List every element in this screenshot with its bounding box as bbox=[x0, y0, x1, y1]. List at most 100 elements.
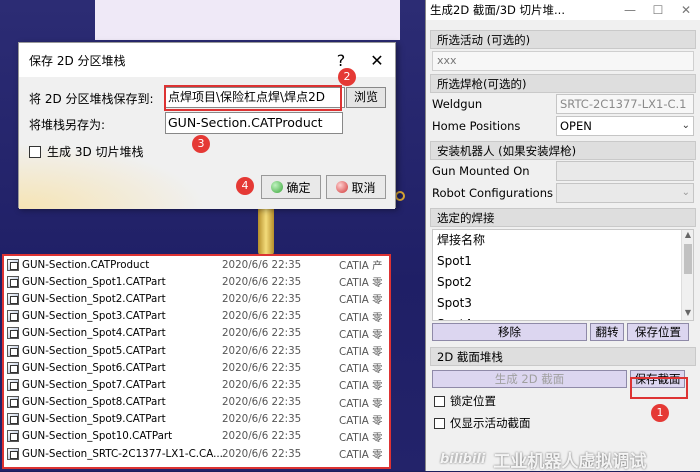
weldgun-label: Weldgun bbox=[432, 97, 483, 111]
robot-group-title: 安装机器人 (如果安装焊枪) bbox=[430, 141, 696, 160]
catia-file-icon bbox=[7, 430, 19, 443]
weldgun-row: Weldgun SRTC-2C1377-LX1-C.1 bbox=[430, 93, 696, 115]
weldgun-field[interactable]: SRTC-2C1377-LX1-C.1 bbox=[556, 94, 694, 114]
file-name: GUN-Section_SRTC-2C1377-LX1-C.CA... bbox=[22, 447, 222, 460]
file-name: GUN-Section_Spot8.CATPart bbox=[22, 396, 166, 409]
generate-3d-label: 生成 3D 切片堆栈 bbox=[47, 145, 144, 159]
section-stack-panel: 生成2D 截面/3D 切片堆... — ☐ ✕ 所选活动 (可选的) xxx 所… bbox=[425, 0, 700, 471]
save-as-field[interactable]: GUN-Section.CATProduct bbox=[165, 112, 343, 134]
step-badge-4: 4 bbox=[236, 177, 254, 195]
file-row[interactable]: GUN-Section_Spot2.CATPart 2020/6/6 22:35 C… bbox=[4, 290, 389, 307]
saved-file-list: GUN-Section.CATProduct 2020/6/6 22:35 CATI… bbox=[2, 254, 391, 469]
save-stack-dialog: 保存 2D 分区堆栈 ? ✕ 将 2D 分区堆栈保存到: 点焊项目\保险杠点焊\… bbox=[18, 42, 396, 209]
gun-group: 所选焊枪(可选的) Weldgun SRTC-2C1377-LX1-C.1 Ho… bbox=[430, 74, 696, 137]
maximize-icon[interactable]: ☐ bbox=[644, 3, 672, 17]
file-row[interactable]: GUN-Section_Spot6.CATPart 2020/6/6 22:35 C… bbox=[4, 359, 389, 376]
chevron-down-icon: ⌄ bbox=[681, 187, 690, 198]
cancel-button[interactable]: 取消 bbox=[326, 175, 386, 199]
watermark: bilibili 工业机器人虚拟调试 bbox=[440, 448, 698, 472]
catia-file-icon bbox=[7, 447, 19, 460]
file-date: 2020/6/6 22:35 bbox=[222, 258, 302, 271]
save-position-button[interactable]: 保存位置 bbox=[627, 323, 689, 341]
ok-button[interactable]: 确定 bbox=[261, 175, 321, 199]
catia-file-icon bbox=[7, 258, 19, 271]
weld-list-item[interactable]: Spot3 bbox=[433, 293, 693, 314]
activity-field[interactable]: xxx bbox=[432, 51, 694, 71]
file-name: GUN-Section_Spot2.CATPart bbox=[22, 292, 166, 305]
welds-buttons: 移除 翻转 保存位置 bbox=[432, 323, 694, 341]
file-row[interactable]: GUN-Section_Spot5.CATPart 2020/6/6 22:35 C… bbox=[4, 342, 389, 359]
generate-2d-button: 生成 2D 截面 bbox=[432, 370, 627, 388]
home-positions-value: OPEN bbox=[560, 119, 592, 133]
save-as-label: 将堆栈另存为: bbox=[29, 118, 106, 132]
catia-file-icon bbox=[7, 378, 19, 391]
catia-file-icon bbox=[7, 344, 19, 357]
gun-group-title: 所选焊枪(可选的) bbox=[430, 74, 696, 93]
weld-list-item[interactable]: Spot4 bbox=[433, 314, 693, 320]
file-type: CATIA 零 bbox=[339, 311, 383, 324]
close-icon[interactable]: ✕ bbox=[672, 3, 700, 17]
file-row[interactable]: GUN-Section_SRTC-2C1377-LX1-C.CA... 2020/… bbox=[4, 445, 389, 462]
flip-button[interactable]: 翻转 bbox=[590, 323, 624, 341]
file-type: CATIA 零 bbox=[339, 397, 383, 410]
lock-position-label: 锁定位置 bbox=[450, 394, 496, 408]
home-positions-select[interactable]: OPEN ⌄ bbox=[556, 116, 694, 136]
scroll-thumb[interactable] bbox=[684, 244, 692, 274]
file-name: GUN-Section.CATProduct bbox=[22, 258, 150, 271]
stack-group-title: 2D 截面堆栈 bbox=[430, 347, 696, 366]
watermark-text: 工业机器人虚拟调试 bbox=[493, 451, 647, 472]
welds-group-title: 选定的焊接 bbox=[430, 208, 696, 227]
file-row[interactable]: GUN-Section_Spot1.CATPart 2020/6/6 22:35 C… bbox=[4, 273, 389, 290]
file-date: 2020/6/6 22:35 bbox=[222, 292, 302, 305]
file-type: CATIA 零 bbox=[339, 363, 383, 376]
step-badge-1: 1 bbox=[651, 404, 669, 422]
file-date: 2020/6/6 22:35 bbox=[222, 344, 302, 357]
file-row[interactable]: GUN-Section.CATProduct 2020/6/6 22:35 CATI… bbox=[4, 256, 389, 273]
scroll-down-icon[interactable]: ▼ bbox=[682, 308, 693, 320]
file-name: GUN-Section_Spot9.CATPart bbox=[22, 413, 166, 426]
welds-scrollbar[interactable]: ▲ ▼ bbox=[681, 230, 693, 320]
chevron-down-icon: ⌄ bbox=[681, 120, 690, 131]
stack-buttons: 生成 2D 截面 保存截面 bbox=[432, 370, 694, 388]
save-to-path-field[interactable]: 点焊项目\保险杠点焊\焊点2D bbox=[165, 87, 345, 108]
welds-list[interactable]: 焊接名称 Spot1Spot2Spot3Spot4 ▲ ▼ bbox=[432, 229, 694, 321]
panel-titlebar: 生成2D 截面/3D 切片堆... — ☐ ✕ bbox=[426, 0, 700, 20]
catia-file-icon bbox=[7, 396, 19, 409]
file-type: CATIA 零 bbox=[339, 449, 383, 462]
home-positions-row: Home Positions OPEN ⌄ bbox=[430, 115, 696, 137]
file-date: 2020/6/6 22:35 bbox=[222, 310, 302, 323]
generate-3d-checkbox[interactable] bbox=[29, 145, 41, 158]
robot-config-label: Robot Configurations bbox=[432, 186, 553, 200]
catia-file-icon bbox=[7, 361, 19, 374]
gun-mounted-field bbox=[556, 161, 694, 181]
file-date: 2020/6/6 22:35 bbox=[222, 378, 302, 391]
file-name: GUN-Section_Spot4.CATPart bbox=[22, 327, 166, 340]
file-date: 2020/6/6 22:35 bbox=[222, 430, 302, 443]
activity-group-title: 所选活动 (可选的) bbox=[430, 30, 696, 49]
file-row[interactable]: GUN-Section_Spot8.CATPart 2020/6/6 22:35 C… bbox=[4, 394, 389, 411]
minimize-icon[interactable]: — bbox=[616, 3, 644, 17]
browse-button[interactable]: 浏览 bbox=[346, 87, 386, 108]
file-row[interactable]: GUN-Section_Spot3.CATPart 2020/6/6 22:35 C… bbox=[4, 308, 389, 325]
lock-position-checkbox[interactable] bbox=[434, 395, 445, 407]
catia-file-icon bbox=[7, 413, 19, 426]
activity-group: 所选活动 (可选的) xxx bbox=[430, 30, 696, 71]
file-type: CATIA 零 bbox=[339, 431, 383, 444]
help-icon[interactable]: ? bbox=[323, 51, 359, 70]
close-icon[interactable]: ✕ bbox=[359, 51, 395, 70]
welds-group: 选定的焊接 焊接名称 Spot1Spot2Spot3Spot4 ▲ ▼ 移除 翻… bbox=[430, 208, 696, 341]
generate-3d-row[interactable]: 生成 3D 切片堆栈 bbox=[29, 143, 144, 160]
scroll-up-icon[interactable]: ▲ bbox=[682, 230, 693, 242]
file-row[interactable]: GUN-Section_Spot4.CATPart 2020/6/6 22:35 C… bbox=[4, 325, 389, 342]
file-row[interactable]: GUN-Section_Spot7.CATPart 2020/6/6 22:35 C… bbox=[4, 376, 389, 393]
file-row[interactable]: GUN-Section_Spot9.CATPart 2020/6/6 22:35 C… bbox=[4, 411, 389, 428]
viewport-frame bbox=[95, 0, 400, 40]
weld-list-item[interactable]: Spot2 bbox=[433, 272, 693, 293]
remove-button[interactable]: 移除 bbox=[432, 323, 587, 341]
dialog-title: 保存 2D 分区堆栈 bbox=[29, 53, 126, 68]
weld-list-item[interactable]: Spot1 bbox=[433, 251, 693, 272]
save-section-button[interactable]: 保存截面 bbox=[630, 370, 685, 388]
file-date: 2020/6/6 22:35 bbox=[222, 447, 302, 460]
show-active-checkbox[interactable] bbox=[434, 417, 445, 429]
file-row[interactable]: GUN-Section_Spot10.CATPart 2020/6/6 22:35… bbox=[4, 428, 389, 445]
